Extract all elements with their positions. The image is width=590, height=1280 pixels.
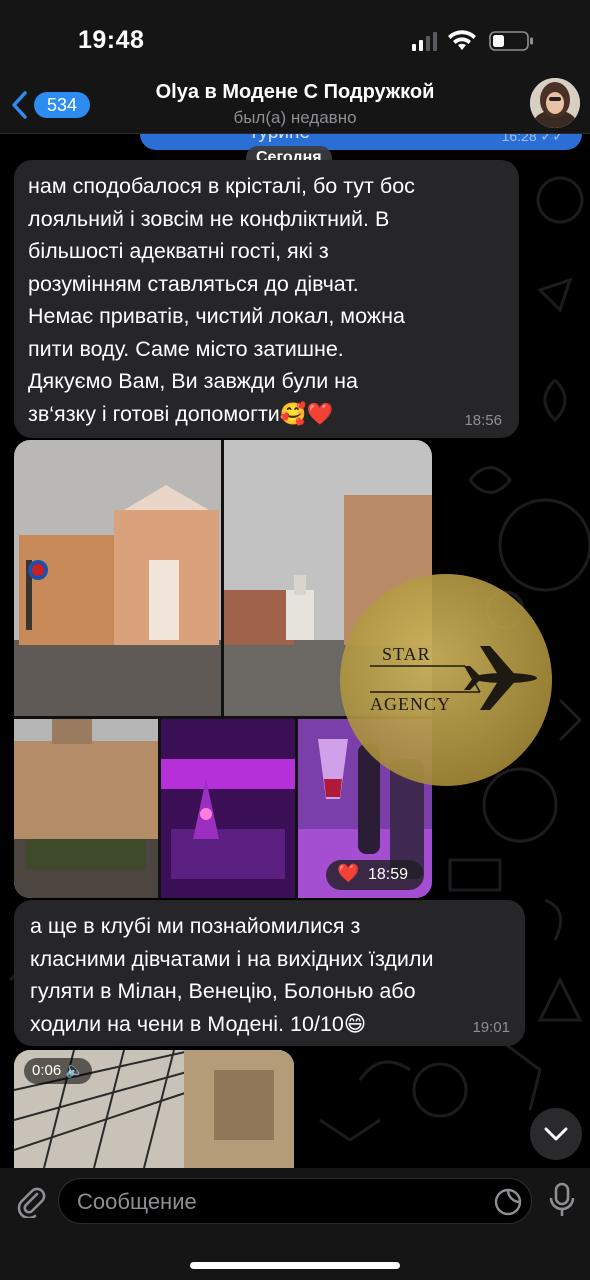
chat-title[interactable]: Olya в Модене С Подружкой xyxy=(110,81,480,104)
photo-club-interior[interactable] xyxy=(161,719,295,898)
incoming-message[interactable]: а ще в клубі ми познайомилися з класними… xyxy=(14,900,525,1046)
logo-text-agency: AGENCY xyxy=(370,694,451,714)
scroll-to-bottom-button[interactable] xyxy=(530,1108,582,1160)
status-icons xyxy=(412,30,533,51)
clock: 19:48 xyxy=(78,26,145,54)
video-duration: 0:06 🔈 xyxy=(24,1058,93,1084)
avatar[interactable] xyxy=(530,78,580,128)
album-time: 18:59 xyxy=(368,866,409,883)
heart-reaction[interactable]: ❤️ xyxy=(337,863,359,884)
message-time: 19:01 xyxy=(472,1019,510,1036)
photo-church-square[interactable] xyxy=(14,440,221,716)
message-input[interactable]: Сообщение xyxy=(58,1178,532,1224)
muted-speaker-icon: 🔈 xyxy=(65,1062,85,1079)
video-message[interactable]: 0:06 🔈 xyxy=(14,1050,294,1168)
message-placeholder: Сообщение xyxy=(77,1189,197,1214)
microphone-icon[interactable] xyxy=(546,1182,578,1218)
sticker-icon[interactable] xyxy=(493,1187,523,1217)
message-time: 18:56 xyxy=(464,412,502,429)
logo-artwork xyxy=(370,646,537,710)
photo-palace[interactable] xyxy=(14,719,158,898)
logo-text-star: STAR xyxy=(382,644,431,664)
avatar-photo xyxy=(530,78,580,128)
incoming-message[interactable]: нам сподобалося в крісталі, бо тут бос л… xyxy=(14,160,519,438)
battery-icon xyxy=(489,31,533,51)
airplane-icon xyxy=(464,646,537,710)
chat-header: 534 Olya в Модене С Подружкой был(а) нед… xyxy=(0,68,590,134)
chevron-left-icon xyxy=(12,91,27,119)
message-text: а ще в клубі ми познайомилися з класними… xyxy=(30,914,434,1036)
cellular-signal-icon xyxy=(412,32,437,51)
paperclip-icon[interactable] xyxy=(12,1182,48,1218)
album-meta: ❤️ 18:59 xyxy=(326,860,424,890)
unread-count-badge: 534 xyxy=(34,92,90,118)
wifi-icon xyxy=(448,30,476,50)
last-seen-status: был(а) недавно xyxy=(233,108,357,127)
back-button[interactable]: 534 xyxy=(10,88,90,122)
chevron-down-icon xyxy=(544,1127,568,1141)
message-text: нам сподобалося в крісталі, бо тут бос л… xyxy=(28,174,415,426)
star-agency-logo: STAR AGENCY xyxy=(340,574,552,786)
home-indicator xyxy=(190,1262,400,1269)
